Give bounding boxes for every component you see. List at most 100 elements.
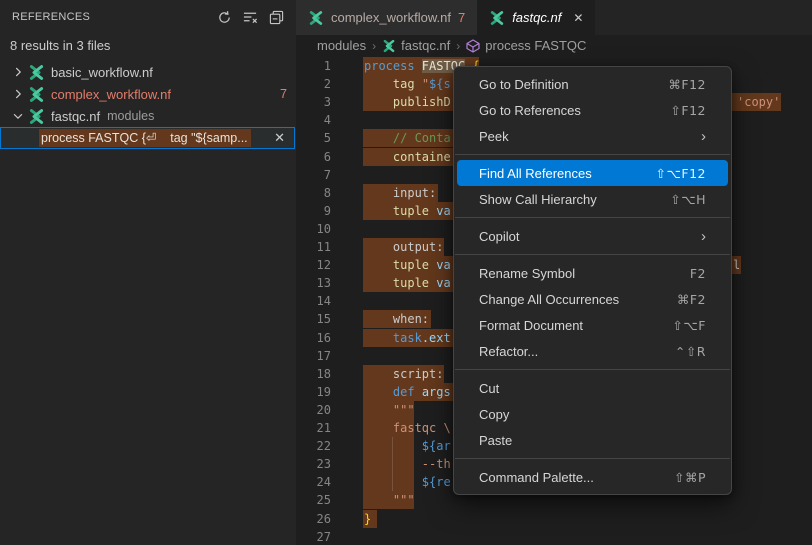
menu-item-label: Refactor... — [479, 344, 538, 359]
menu-item-change-all-occurrences[interactable]: Change All Occurrences⌘F2 — [457, 286, 728, 312]
tab-complex-workflow-nf[interactable]: complex_workflow.nf7 — [296, 0, 477, 35]
menu-item-shortcut: F2 — [690, 266, 706, 281]
breadcrumb-item-modules[interactable]: modules — [317, 38, 366, 53]
code-text: """ — [364, 491, 415, 509]
menu-separator — [455, 369, 730, 370]
code-text: task.ext — [364, 329, 451, 347]
code-text: def args — [364, 383, 451, 401]
editor-tab-bar: complex_workflow.nf7 fastqc.nf ✕ — [296, 0, 812, 35]
references-panel-header: REFERENCES — [0, 0, 296, 34]
menu-item-format-document[interactable]: Format Document⇧⌥F — [457, 312, 728, 338]
menu-separator — [455, 154, 730, 155]
menu-item-shortcut: ⇧⌥F12 — [656, 166, 706, 181]
code-text: ${ar — [364, 437, 451, 455]
code-text-fragment: 'copy' — [737, 93, 780, 111]
nextflow-file-icon — [28, 108, 45, 125]
code-text: ${re — [364, 473, 451, 491]
menu-item-command-palette[interactable]: Command Palette... ⇧⌘P — [457, 464, 728, 490]
collapse-all-icon[interactable] — [268, 9, 284, 25]
chevron-right-icon[interactable] — [10, 86, 26, 102]
menu-item-label: Show Call Hierarchy — [479, 192, 597, 207]
menu-item-label: Paste — [479, 433, 512, 448]
clear-results-icon[interactable] — [242, 9, 258, 25]
menu-item-label: Change All Occurrences — [479, 292, 619, 307]
tab-fastqc-nf[interactable]: fastqc.nf ✕ — [477, 0, 595, 35]
menu-separator — [455, 254, 730, 255]
code-text-fragment: l — [733, 256, 740, 274]
code-text: // Conta — [364, 129, 451, 147]
submenu-arrow-icon: › — [701, 129, 706, 144]
menu-item-peek[interactable]: Peek › — [457, 123, 728, 149]
results-summary: 8 results in 3 files — [10, 38, 110, 53]
menu-item-refactor[interactable]: Refactor... ⌃⇧R — [457, 338, 728, 364]
vscode-window: REFERENCES 8 results in 3 files basic_wo… — [0, 0, 812, 545]
tree-item-basic-workflow-nf[interactable]: basic_workflow.nf — [0, 61, 296, 83]
menu-item-find-all-references[interactable]: Find All References ⇧⌥F12 — [457, 160, 728, 186]
dismiss-result-icon[interactable]: ✕ — [274, 130, 285, 146]
file-name-label: complex_workflow.nf — [51, 87, 171, 102]
code-text: tuple va — [364, 202, 451, 220]
menu-item-go-to-definition[interactable]: Go to Definition ⌘F12 — [457, 71, 728, 97]
code-text: script: — [364, 365, 443, 383]
nextflow-file-icon — [489, 10, 505, 26]
menu-item-show-call-hierarchy[interactable]: Show Call Hierarchy ⇧⌥H — [457, 186, 728, 212]
code-text: output: — [364, 238, 443, 256]
tab-result-count-badge: 7 — [458, 10, 465, 25]
results-file-tree: basic_workflow.nf complex_workflow.nf 7 fas… — [0, 61, 296, 127]
tree-item-fastqc-nf[interactable]: fastqc.nfmodules — [0, 105, 296, 127]
menu-item-label: Find All References — [479, 166, 592, 181]
menu-item-go-to-references[interactable]: Go to References⇧F12 — [457, 97, 728, 123]
code-text: containe — [364, 148, 451, 166]
submenu-arrow-icon: › — [701, 229, 706, 244]
menu-item-label: Copy — [479, 407, 509, 422]
code-line-26[interactable]: } — [296, 510, 812, 528]
code-text: when: — [364, 310, 429, 328]
menu-item-shortcut: ⇧⌥F — [672, 318, 706, 333]
editor-context-menu: Go to Definition ⌘F12 Go to References⇧F12… — [453, 66, 732, 495]
refresh-icon[interactable] — [216, 9, 232, 25]
result-count-badge: 7 — [280, 87, 287, 101]
menu-item-copy[interactable]: Copy — [457, 401, 728, 427]
menu-separator — [455, 217, 730, 218]
code-line-27[interactable] — [296, 528, 812, 545]
tree-item-complex-workflow-nf[interactable]: complex_workflow.nf 7 — [0, 83, 296, 105]
menu-item-label: Go to Definition — [479, 77, 569, 92]
file-name-label: fastqc.nf — [51, 109, 100, 124]
code-text: tag "${s — [364, 75, 451, 93]
code-text: input: — [364, 184, 436, 202]
menu-item-shortcut: ⇧⌥H — [670, 192, 706, 207]
menu-item-copilot[interactable]: Copilot› — [457, 223, 728, 249]
menu-item-label: Peek — [479, 129, 509, 144]
menu-item-label: Command Palette... — [479, 470, 594, 485]
breadcrumb-item-fastqc[interactable]: fastqc.nf — [401, 38, 450, 53]
code-text: fastqc \ — [364, 419, 451, 437]
menu-item-label: Rename Symbol — [479, 266, 575, 281]
code-text: } — [364, 510, 371, 528]
result-match-text: process FASTQC {⏎ tag "${samp... — [39, 129, 251, 147]
references-sidebar: REFERENCES 8 results in 3 files basic_wo… — [0, 0, 296, 545]
nextflow-file-icon — [382, 39, 396, 53]
menu-item-shortcut: ⇧⌘P — [674, 470, 706, 485]
tab-close-icon[interactable]: ✕ — [573, 11, 583, 25]
code-text: """ — [364, 401, 415, 419]
result-item-process-fastqc[interactable]: process FASTQC {⏎ tag "${samp... ✕ — [0, 127, 295, 149]
breadcrumb: modules › fastqc.nf › process FASTQC — [296, 35, 812, 56]
menu-item-paste[interactable]: Paste — [457, 427, 728, 453]
code-text: --th — [364, 455, 451, 473]
menu-item-shortcut: ⌘F12 — [668, 77, 706, 92]
code-text: publishD — [364, 93, 451, 111]
chevron-right-icon[interactable] — [10, 64, 26, 80]
chevron-down-icon[interactable] — [10, 108, 26, 124]
symbol-module-icon — [466, 39, 480, 53]
menu-item-rename-symbol[interactable]: Rename Symbol F2 — [457, 260, 728, 286]
menu-item-shortcut: ⌃⇧R — [675, 344, 706, 359]
nextflow-file-icon — [28, 86, 45, 103]
tab-label: fastqc.nf — [512, 10, 561, 25]
references-toolbar — [216, 9, 284, 25]
nextflow-file-icon — [28, 64, 45, 81]
code-text: tuple va — [364, 256, 451, 274]
menu-item-shortcut: ⇧F12 — [670, 103, 706, 118]
references-panel-title: REFERENCES — [12, 11, 90, 23]
menu-item-cut[interactable]: Cut — [457, 375, 728, 401]
breadcrumb-item-process-fastqc[interactable]: process FASTQC — [485, 38, 586, 53]
